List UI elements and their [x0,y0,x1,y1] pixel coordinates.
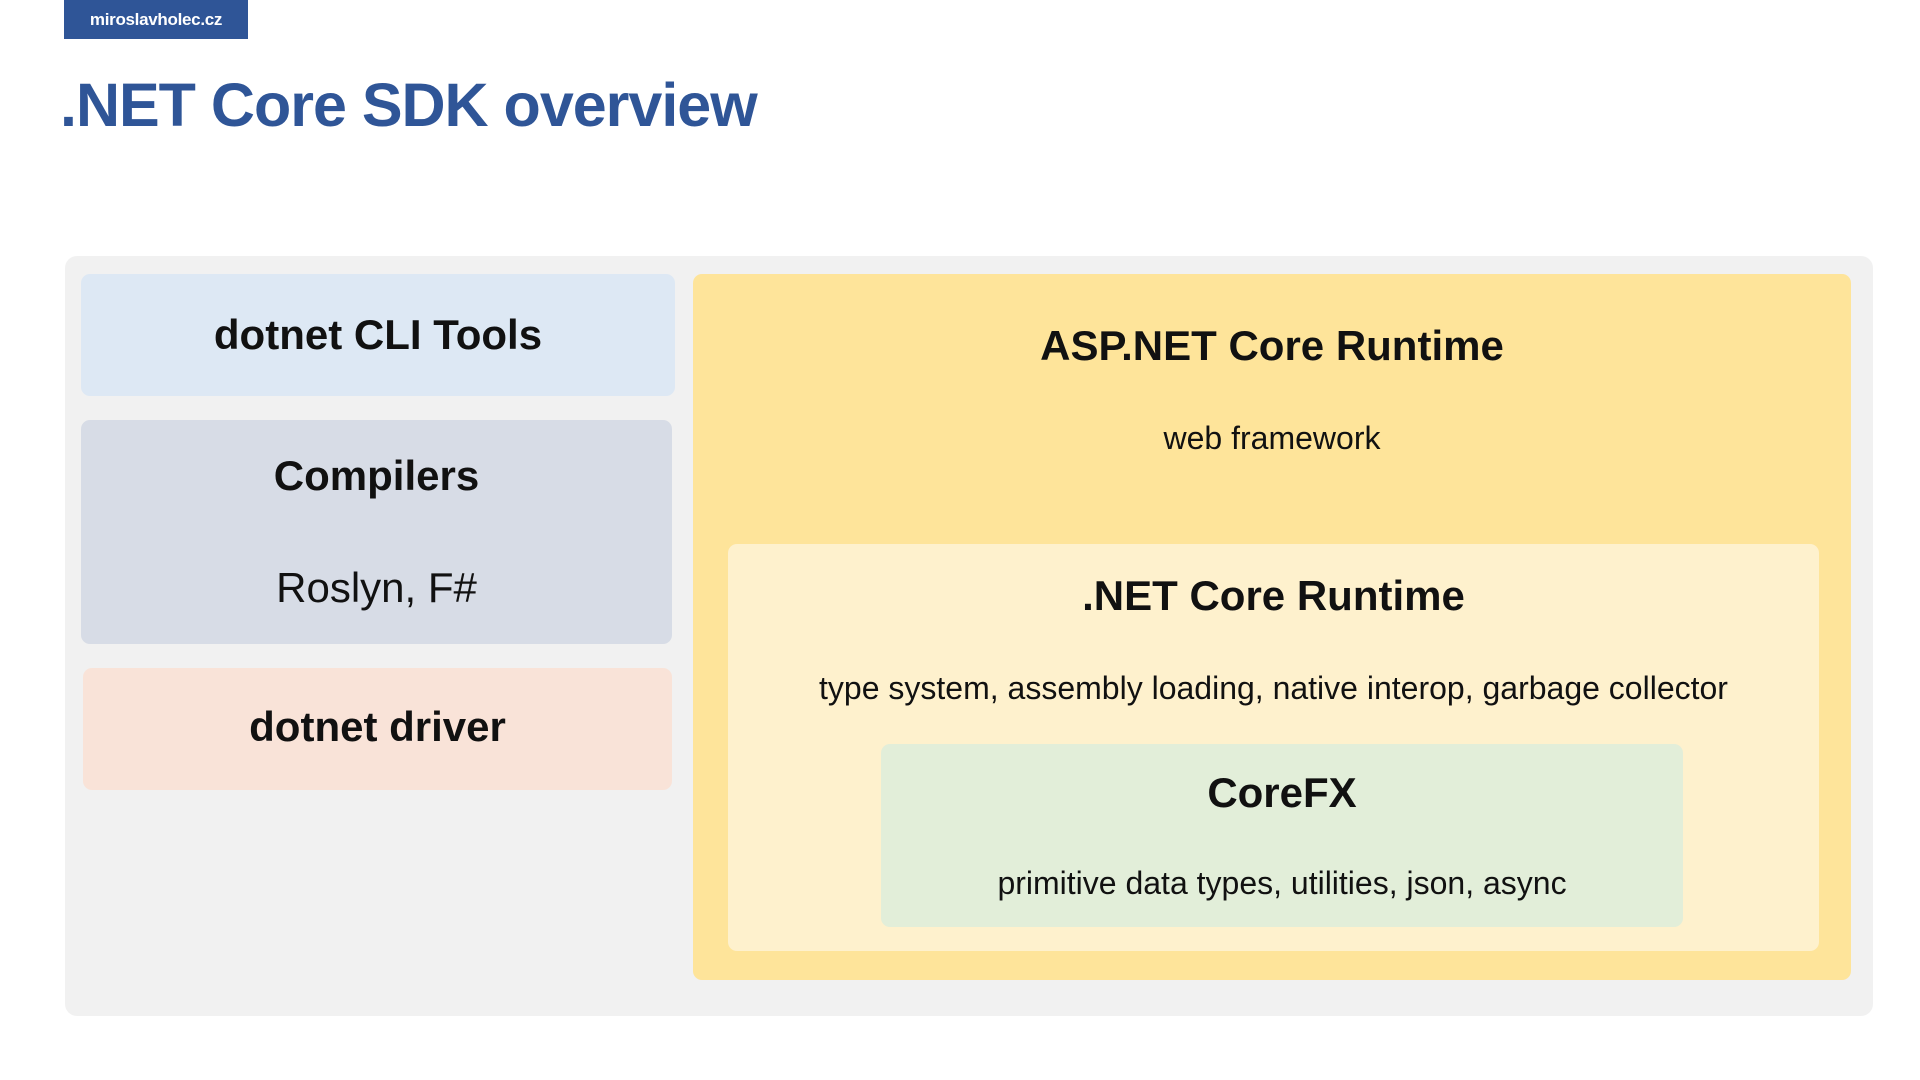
compilers-box: Compilers Roslyn, F# [81,420,672,644]
netcore-runtime-subtitle: type system, assembly loading, native in… [819,670,1728,706]
corefx-title: CoreFX [1207,769,1357,816]
page-title: .NET Core SDK overview [60,71,758,139]
aspnet-core-runtime-title: ASP.NET Core Runtime [1040,322,1504,369]
aspnet-core-runtime-subtitle: web framework [1163,420,1381,456]
brand-tag: miroslavholec.cz [64,0,248,39]
netcore-runtime-title: .NET Core Runtime [1082,572,1465,619]
corefx-subtitle: primitive data types, utilities, json, a… [997,865,1567,901]
dotnet-driver-title: dotnet driver [249,703,506,750]
dotnet-driver-box: dotnet driver [83,668,672,790]
cli-tools-box: dotnet CLI Tools [81,274,675,396]
compilers-subtitle: Roslyn, F# [276,564,477,611]
cli-tools-title: dotnet CLI Tools [213,311,543,358]
corefx-box: CoreFX primitive data types, utilities, … [881,744,1683,927]
compilers-title: Compilers [273,452,480,499]
